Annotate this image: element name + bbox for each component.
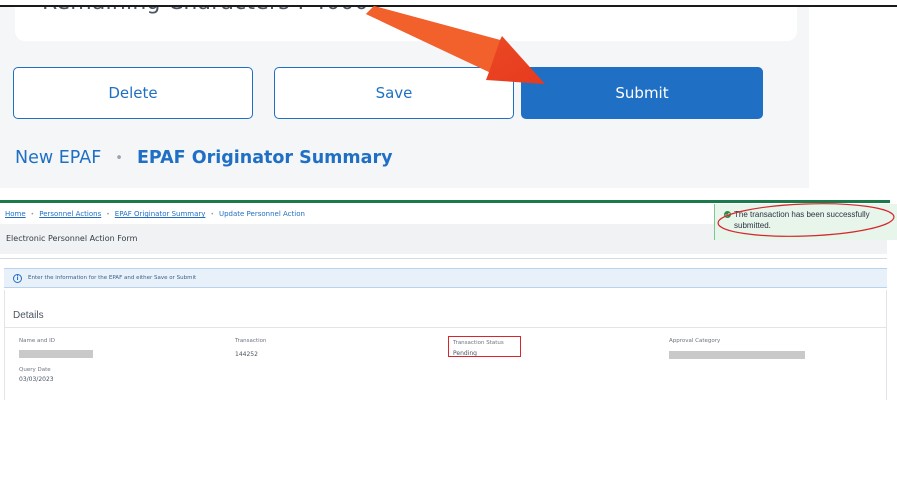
submit-button-label: Submit — [615, 84, 669, 102]
breadcrumb-epaf-originator-summary[interactable]: EPAF Originator Summary — [137, 148, 393, 168]
redacted-name-and-id — [19, 350, 93, 358]
delete-button[interactable]: Delete — [13, 67, 253, 119]
name-and-id-label: Name and ID — [19, 338, 55, 344]
remaining-characters-text: Remaining Characters : 4000 — [42, 7, 369, 15]
details-title: Details — [13, 310, 44, 321]
breadcrumb-epaf-originator-summary-link[interactable]: EPAF Originator Summary — [115, 210, 206, 218]
breadcrumb-separator: • — [30, 210, 35, 218]
info-circle-icon: i — [13, 274, 22, 283]
page-top-bar — [0, 200, 890, 203]
redacted-approval-category — [669, 351, 805, 359]
breadcrumb: New EPAF • EPAF Originator Summary — [15, 148, 393, 168]
comments-card: Remaining Characters : 4000 — [15, 7, 797, 41]
page-title: Electronic Personnel Action Form — [6, 234, 138, 243]
breadcrumb-home-link[interactable]: Home — [5, 210, 26, 218]
success-toast: The transaction has been successfully su… — [714, 204, 897, 240]
info-message: Enter the information for the EPAF and e… — [28, 275, 197, 281]
transaction-value: 144252 — [235, 351, 258, 358]
query-date-value: 03/03/2023 — [19, 376, 54, 383]
transaction-label: Transaction — [235, 338, 267, 344]
transaction-page: Home • Personnel Actions • EPAF Originat… — [0, 200, 897, 400]
check-circle-icon — [724, 211, 731, 218]
status-highlight-box — [448, 336, 521, 357]
save-button-label: Save — [375, 84, 413, 102]
details-section: Details Name and ID Transaction 144252 T… — [4, 290, 887, 400]
toast-message: The transaction has been successfully su… — [734, 210, 870, 230]
submit-button[interactable]: Submit — [521, 67, 763, 119]
approval-category-label: Approval Category — [669, 338, 721, 344]
breadcrumb-separator: • — [106, 210, 110, 218]
epaf-action-panel: Remaining Characters : 4000 Delete Save … — [0, 7, 809, 188]
page-breadcrumb: Home • Personnel Actions • EPAF Originat… — [5, 210, 305, 218]
divider — [0, 258, 887, 259]
delete-button-label: Delete — [108, 84, 158, 102]
breadcrumb-new-epaf[interactable]: New EPAF — [15, 148, 101, 168]
breadcrumb-personnel-actions-link[interactable]: Personnel Actions — [39, 210, 101, 218]
query-date-label: Query Date — [19, 367, 51, 373]
save-button[interactable]: Save — [274, 67, 514, 119]
breadcrumb-current: Update Personnel Action — [218, 210, 305, 218]
screenshot-stage: Remaining Characters : 4000 Delete Save … — [0, 0, 897, 500]
breadcrumb-separator: • — [115, 150, 123, 166]
info-banner: i Enter the information for the EPAF and… — [4, 268, 887, 288]
divider — [5, 327, 886, 328]
breadcrumb-separator: • — [210, 210, 214, 218]
